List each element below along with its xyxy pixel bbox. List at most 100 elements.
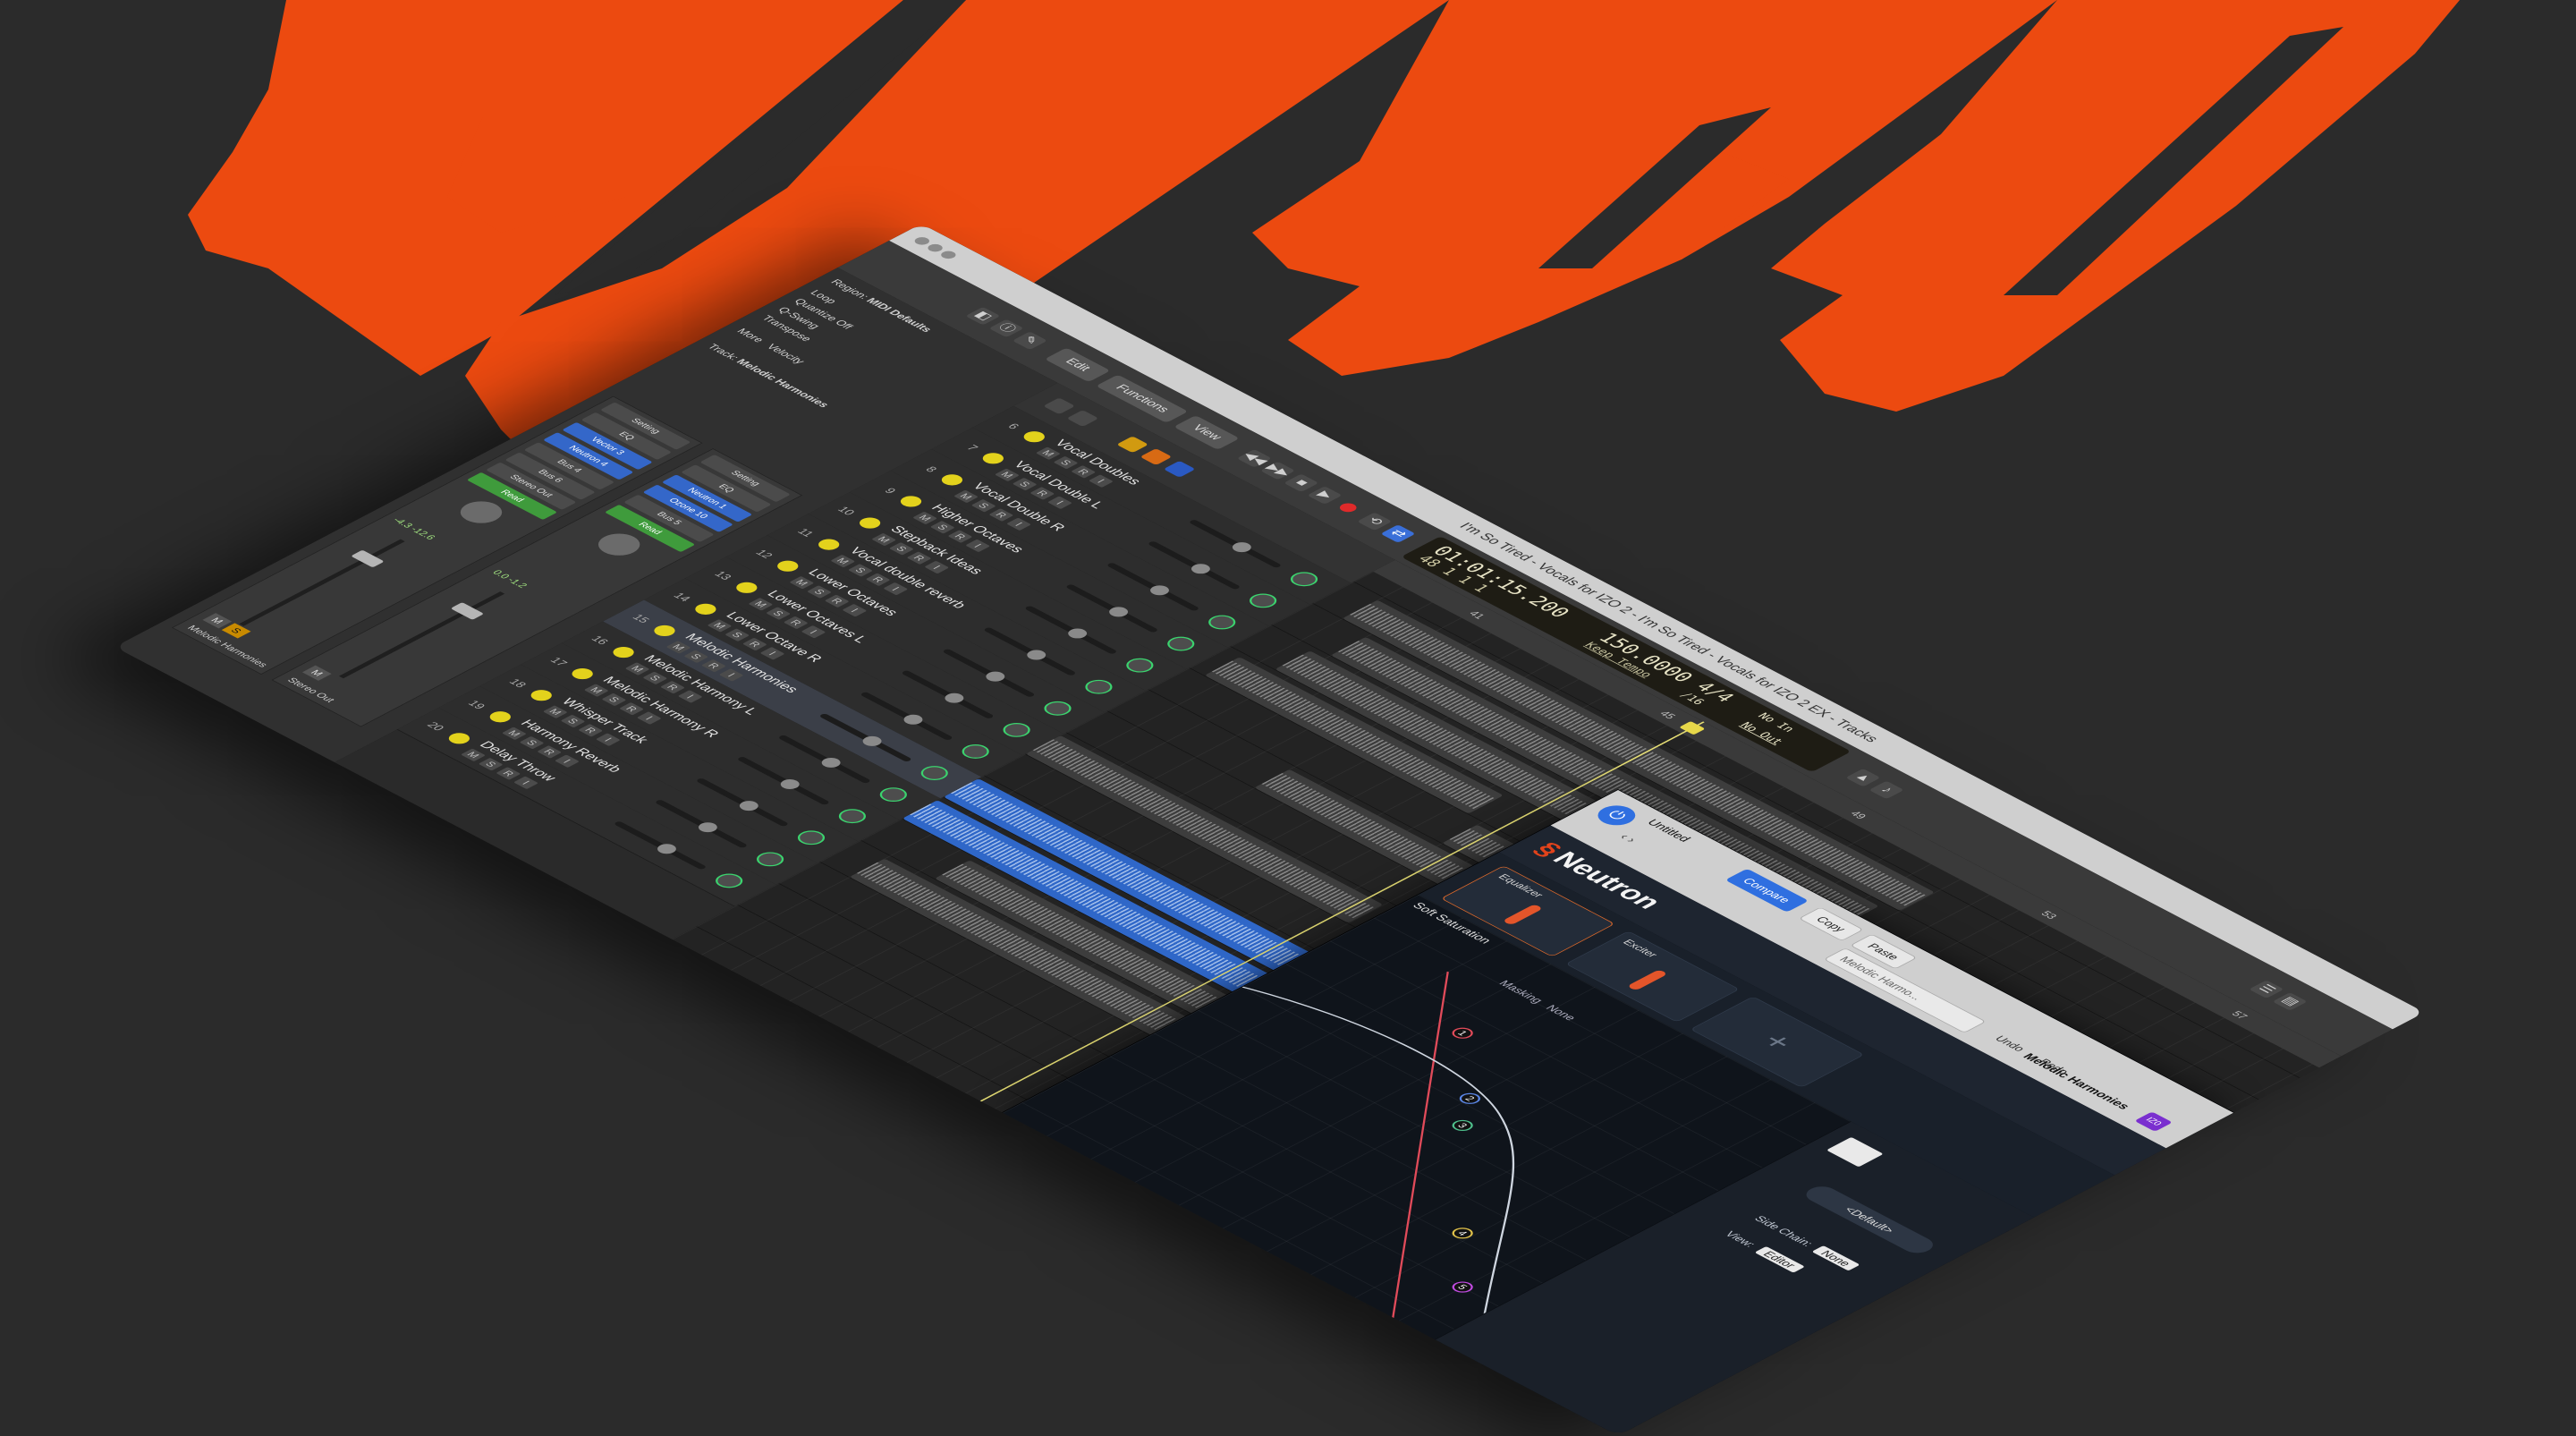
- ruler-mark: 49: [1847, 809, 1869, 821]
- track-pan-knob[interactable]: [750, 849, 790, 870]
- more-label[interactable]: More: [734, 327, 767, 344]
- module-gain-slider[interactable]: [1502, 904, 1544, 926]
- track-number: 16: [589, 633, 612, 647]
- track-number: 17: [547, 655, 572, 668]
- track-power-icon[interactable]: [732, 580, 762, 596]
- track-power-icon[interactable]: [855, 514, 885, 531]
- ruler-mark: 53: [2038, 909, 2061, 921]
- track-label: Track:: [705, 342, 742, 362]
- app-scene: I'm So Tired - Vocals for IZO 2 - I'm So…: [0, 0, 2576, 1436]
- track-pan-knob[interactable]: [997, 719, 1036, 741]
- velocity-label: Velocity: [764, 342, 809, 366]
- pan-knob[interactable]: [589, 529, 648, 560]
- level-values: 0.0 -1.2: [489, 568, 530, 590]
- track-pan-knob[interactable]: [1038, 698, 1077, 718]
- track-number: 13: [711, 569, 735, 582]
- library-icon[interactable]: ◧: [965, 306, 1001, 326]
- pan-knob[interactable]: [452, 497, 511, 528]
- track-power-icon[interactable]: [445, 730, 474, 746]
- track-power-icon[interactable]: [691, 601, 721, 617]
- cycle-active-icon[interactable]: ⇄: [1380, 524, 1416, 543]
- masking-value[interactable]: None: [1543, 1003, 1580, 1022]
- play-icon[interactable]: ▶: [1307, 486, 1343, 505]
- track-number: 11: [794, 526, 818, 539]
- view-label: View:: [1722, 1229, 1759, 1249]
- mute-solo-buttons: M: [301, 665, 335, 683]
- ruler-mark: 57: [2229, 1009, 2251, 1021]
- zoom-icon[interactable]: [937, 249, 959, 260]
- mute-button[interactable]: M: [301, 665, 332, 681]
- metronome-icon[interactable]: ▲: [1845, 768, 1881, 787]
- track-number: 8: [922, 464, 941, 474]
- track-pan-knob[interactable]: [915, 762, 954, 784]
- track-power-icon[interactable]: [773, 558, 803, 574]
- track-number: 14: [670, 591, 694, 603]
- assistant-icon[interactable]: [1826, 1136, 1884, 1168]
- track-pan-knob[interactable]: [1202, 612, 1241, 633]
- izotope-badge[interactable]: IZ0: [2134, 1111, 2173, 1132]
- track-number: 15: [629, 612, 653, 625]
- module-name: Equalizer: [1496, 871, 1546, 899]
- track-power-icon[interactable]: [526, 687, 556, 703]
- cycle-icon[interactable]: ⟲: [1357, 512, 1393, 531]
- track-power-icon[interactable]: [978, 450, 1008, 466]
- strip-name: Stereo Out: [284, 676, 338, 704]
- flex-button[interactable]: [1140, 448, 1173, 466]
- level-values: -4.3 -12.6: [390, 515, 438, 541]
- inspector-icon[interactable]: ⓘ: [988, 319, 1024, 338]
- tuner-icon[interactable]: ♪: [1868, 780, 1904, 800]
- global-tracks-button[interactable]: [1066, 410, 1099, 428]
- track-number: 19: [465, 698, 489, 711]
- track-pan-knob[interactable]: [709, 871, 749, 891]
- view-select[interactable]: Editor: [1754, 1245, 1805, 1273]
- copy-button[interactable]: Copy: [1798, 906, 1864, 941]
- track-power-icon[interactable]: [485, 709, 515, 725]
- track-value[interactable]: Melodic Harmonies: [733, 357, 832, 409]
- stop-icon[interactable]: ■: [1284, 473, 1319, 493]
- track-pan-knob[interactable]: [956, 741, 995, 762]
- ruler-mark: 41: [1466, 608, 1488, 621]
- track-number: 12: [752, 548, 776, 560]
- plus-icon: +: [1752, 1028, 1802, 1055]
- module-name: Exciter: [1620, 938, 1661, 959]
- track-pan-knob[interactable]: [1121, 655, 1159, 676]
- track-power-icon[interactable]: [567, 666, 597, 682]
- track-power-icon[interactable]: [608, 644, 639, 660]
- edit-menu[interactable]: Edit: [1044, 347, 1111, 383]
- undo-button[interactable]: Undo: [1992, 1034, 2029, 1053]
- automation-button[interactable]: [1163, 460, 1196, 478]
- add-track-button[interactable]: [1043, 397, 1076, 415]
- track-number: 6: [1004, 421, 1023, 431]
- side-chain-select[interactable]: None: [1811, 1245, 1860, 1271]
- notes-icon[interactable]: ☰: [2249, 980, 2284, 999]
- track-pan-knob[interactable]: [874, 784, 913, 805]
- track-pan-knob[interactable]: [1284, 569, 1324, 590]
- track-power-icon[interactable]: [1019, 429, 1049, 445]
- quantize-value[interactable]: Off: [833, 319, 856, 331]
- track-number: 7: [963, 443, 982, 453]
- editor-icon[interactable]: ✎: [1012, 331, 1048, 351]
- browser-icon[interactable]: ▤: [2272, 992, 2308, 1011]
- track-number: 20: [424, 719, 448, 733]
- track-power-icon[interactable]: [937, 472, 967, 488]
- track-power-icon[interactable]: [814, 537, 844, 553]
- record-icon[interactable]: [1336, 501, 1360, 514]
- track-pan-knob[interactable]: [1243, 591, 1283, 611]
- track-power-icon[interactable]: [649, 623, 680, 639]
- track-pan-knob[interactable]: [1161, 633, 1200, 654]
- rewind-icon[interactable]: ◀◀: [1236, 448, 1272, 468]
- track-number: 9: [881, 486, 900, 496]
- track-pan-knob[interactable]: [792, 828, 831, 848]
- power-icon[interactable]: ⏻: [1589, 801, 1643, 829]
- module-gain-slider[interactable]: [1626, 969, 1668, 991]
- track-number: 18: [506, 676, 530, 690]
- volume-fader[interactable]: [239, 539, 405, 626]
- track-power-icon[interactable]: [896, 493, 926, 510]
- forward-icon[interactable]: ▶▶: [1259, 461, 1296, 480]
- track-pan-knob[interactable]: [1080, 676, 1118, 697]
- solo-button[interactable]: S: [221, 623, 251, 639]
- view-menu[interactable]: View: [1174, 415, 1240, 450]
- catch-button[interactable]: [1116, 436, 1149, 454]
- preset-nav-arrows[interactable]: ‹ ›: [1615, 832, 1640, 845]
- track-pan-knob[interactable]: [833, 806, 872, 827]
